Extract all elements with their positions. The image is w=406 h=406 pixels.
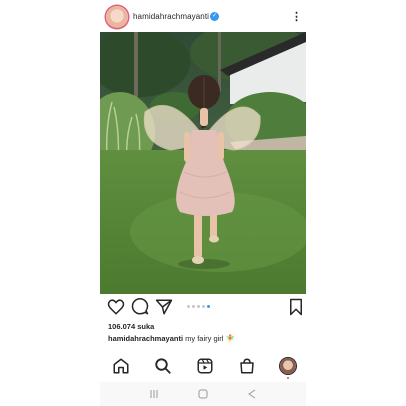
post-photo[interactable]	[100, 32, 306, 294]
verified-badge-icon: ✓	[210, 12, 219, 21]
system-nav-bar	[100, 382, 306, 406]
instagram-post-screen: hamidahrachmayanti ✓ ⋮ 106.074 suka hami…	[100, 0, 306, 406]
reels-icon[interactable]	[196, 357, 214, 375]
post-caption: hamidahrachmayanti my fairy girl 🧚	[108, 334, 235, 343]
bookmark-icon[interactable]	[287, 298, 305, 316]
home-circle-icon[interactable]	[197, 388, 209, 400]
home-icon[interactable]	[112, 357, 130, 375]
profile-avatar[interactable]	[280, 358, 296, 374]
photo-illustration	[100, 32, 306, 294]
search-icon[interactable]	[154, 357, 172, 375]
shop-icon[interactable]	[238, 357, 256, 375]
carousel-dot	[192, 305, 195, 308]
carousel-dot-active	[207, 305, 210, 308]
share-icon[interactable]	[155, 298, 173, 316]
comment-icon[interactable]	[131, 298, 149, 316]
post-header: hamidahrachmayanti ✓ ⋮	[100, 5, 306, 29]
avatar[interactable]	[106, 6, 128, 28]
more-options-icon[interactable]: ⋮	[291, 10, 302, 24]
carousel-dot	[187, 305, 190, 308]
post-actions	[100, 298, 306, 316]
likes-count[interactable]: 106.074 suka	[108, 322, 154, 331]
carousel-indicator	[186, 305, 211, 309]
caption-text: my fairy girl 🧚	[185, 334, 235, 343]
heart-icon[interactable]	[107, 298, 125, 316]
post-username[interactable]: hamidahrachmayanti	[133, 12, 209, 21]
carousel-dot	[197, 305, 200, 308]
bottom-nav	[100, 354, 306, 379]
back-icon[interactable]	[246, 388, 258, 400]
carousel-dot	[202, 305, 205, 308]
notification-dot	[287, 377, 289, 379]
recents-icon[interactable]	[148, 388, 160, 400]
caption-username[interactable]: hamidahrachmayanti	[108, 334, 183, 343]
